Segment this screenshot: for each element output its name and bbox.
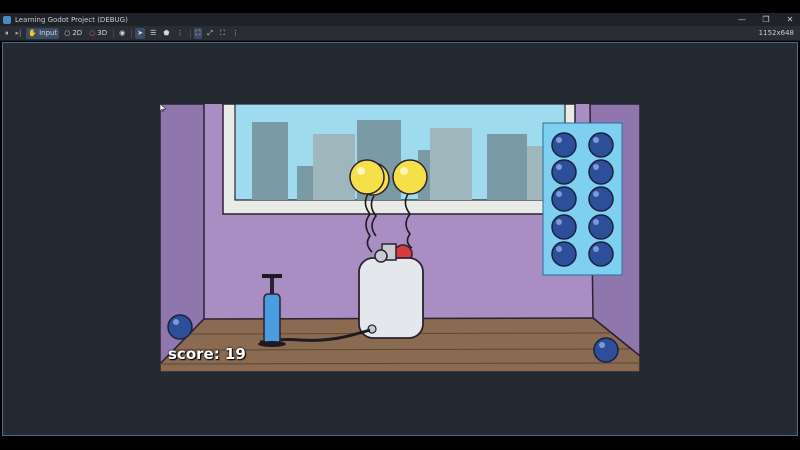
- debug-toolbar: ⏸ ▸| ✋ Input ○ 2D ○ 3D ◉ ➤ ☰ ⬟ ⋮ ⛶ ⤢ ⛶ ⋮…: [0, 26, 800, 41]
- mouse-cursor-icon: [160, 104, 166, 112]
- balloon-highlight: [400, 167, 408, 175]
- input-label: Input: [39, 29, 58, 37]
- expand-icon: ⤢: [207, 28, 214, 37]
- camera-override-button[interactable]: ⬟: [161, 28, 171, 39]
- window-title-bar[interactable]: Learning Godot Project (DEBUG) — ❐ ✕: [0, 13, 800, 26]
- highlight: [556, 191, 562, 197]
- gas-tank: [358, 243, 424, 339]
- floor-ball-left[interactable]: [167, 314, 193, 340]
- fullscreen-button[interactable]: ⛶: [218, 28, 227, 39]
- rack-ball: [551, 186, 577, 212]
- highlight: [593, 191, 599, 197]
- balloon: [392, 159, 428, 195]
- rack-ball: [588, 241, 614, 267]
- rack-ball: [588, 214, 614, 240]
- ball-highlight: [599, 342, 605, 348]
- game-scene[interactable]: score: 19: [160, 104, 640, 372]
- highlight: [593, 137, 599, 143]
- building: [313, 134, 355, 200]
- balloon-highlight: [357, 167, 365, 175]
- tank-knob: [374, 249, 388, 263]
- toolbar-separator: [113, 28, 115, 38]
- camera-icon: ⬟: [163, 29, 170, 37]
- rack-ball: [551, 132, 577, 158]
- balloon: [349, 159, 385, 195]
- pump-handle: [262, 274, 282, 278]
- rack-ball: [551, 159, 577, 185]
- score-label: score: 19: [168, 345, 246, 363]
- pump-base: [258, 341, 286, 347]
- input-icon: ✋: [28, 29, 38, 37]
- rack-ball: [588, 132, 614, 158]
- embed-frame-button[interactable]: ⛶: [193, 27, 203, 39]
- minimize-button[interactable]: —: [738, 13, 746, 26]
- scene-art: [160, 104, 640, 372]
- kebab-menu-icon: ⋮: [231, 29, 239, 37]
- highlight: [593, 246, 599, 252]
- mode-3d-label: 3D: [97, 29, 108, 37]
- eye-icon: ◉: [119, 29, 126, 37]
- ammo-rack: [542, 122, 623, 276]
- screen-bottom-strip: [0, 437, 800, 450]
- list-icon: ☰: [150, 29, 157, 37]
- pause-button[interactable]: ⏸: [3, 28, 11, 39]
- embed-options-button[interactable]: ⋮: [230, 28, 241, 39]
- floor-ball-right[interactable]: [593, 337, 619, 363]
- kebab-menu-icon: ⋮: [176, 29, 184, 37]
- screen-top-strip: [0, 0, 800, 13]
- highlight: [556, 246, 562, 252]
- resolution-readout: 1152x648: [758, 29, 794, 37]
- godot-logo-icon: [3, 15, 11, 24]
- highlight: [556, 137, 562, 143]
- building: [487, 134, 527, 200]
- highlight: [556, 219, 562, 225]
- window-title: Learning Godot Project (DEBUG): [15, 15, 128, 24]
- highlight: [593, 219, 599, 225]
- highlight: [556, 164, 562, 170]
- rack-ball: [551, 241, 577, 267]
- rack-ball: [588, 159, 614, 185]
- window-controls: — ❐ ✕: [738, 13, 794, 26]
- select-mode-button[interactable]: ➤: [135, 27, 146, 39]
- mode-2d-label: 2D: [72, 29, 83, 37]
- next-frame-button[interactable]: ▸|: [14, 28, 24, 39]
- radio-3d-icon: ○: [89, 29, 96, 37]
- highlight: [593, 164, 599, 170]
- pump-cylinder: [263, 293, 281, 345]
- restore-button[interactable]: ❐: [762, 13, 770, 26]
- list-select-button[interactable]: ☰: [148, 28, 158, 39]
- mode-3d-toggle[interactable]: ○ 3D: [87, 28, 109, 39]
- select-arrow-icon: ➤: [137, 29, 144, 37]
- building: [430, 128, 472, 200]
- rack-ball: [551, 214, 577, 240]
- radio-2d-icon: ○: [64, 29, 71, 37]
- toolbar-separator: [189, 28, 191, 38]
- frame-icon: ⛶: [195, 28, 201, 37]
- mode-2d-toggle[interactable]: ○ 2D: [62, 28, 84, 39]
- visibility-toggle[interactable]: ◉: [117, 28, 127, 39]
- keep-aspect-button[interactable]: ⤢: [205, 28, 215, 39]
- building: [252, 122, 288, 200]
- more-options-button[interactable]: ⋮: [175, 28, 186, 39]
- toolbar-separator: [131, 28, 133, 38]
- ball-highlight: [173, 319, 179, 325]
- fullscreen-icon: ⛶: [220, 28, 225, 37]
- rack-ball: [588, 186, 614, 212]
- close-button[interactable]: ✕: [786, 13, 794, 26]
- input-toggle[interactable]: ✋ Input: [26, 27, 60, 39]
